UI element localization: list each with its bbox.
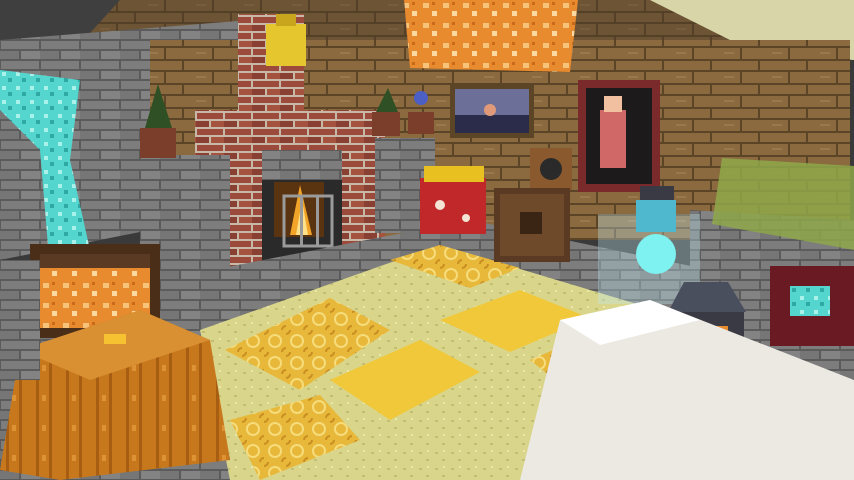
game-viewport[interactable] [0,0,854,480]
crimson-bed [770,266,854,346]
item-frame[interactable] [530,148,572,190]
painting-landscape[interactable] [450,84,534,138]
painting-portrait[interactable] [578,80,660,192]
note-block[interactable] [494,188,570,262]
red-mushroom-block[interactable] [420,166,486,234]
stone-column [0,260,40,380]
ochre-froglight [404,0,578,72]
